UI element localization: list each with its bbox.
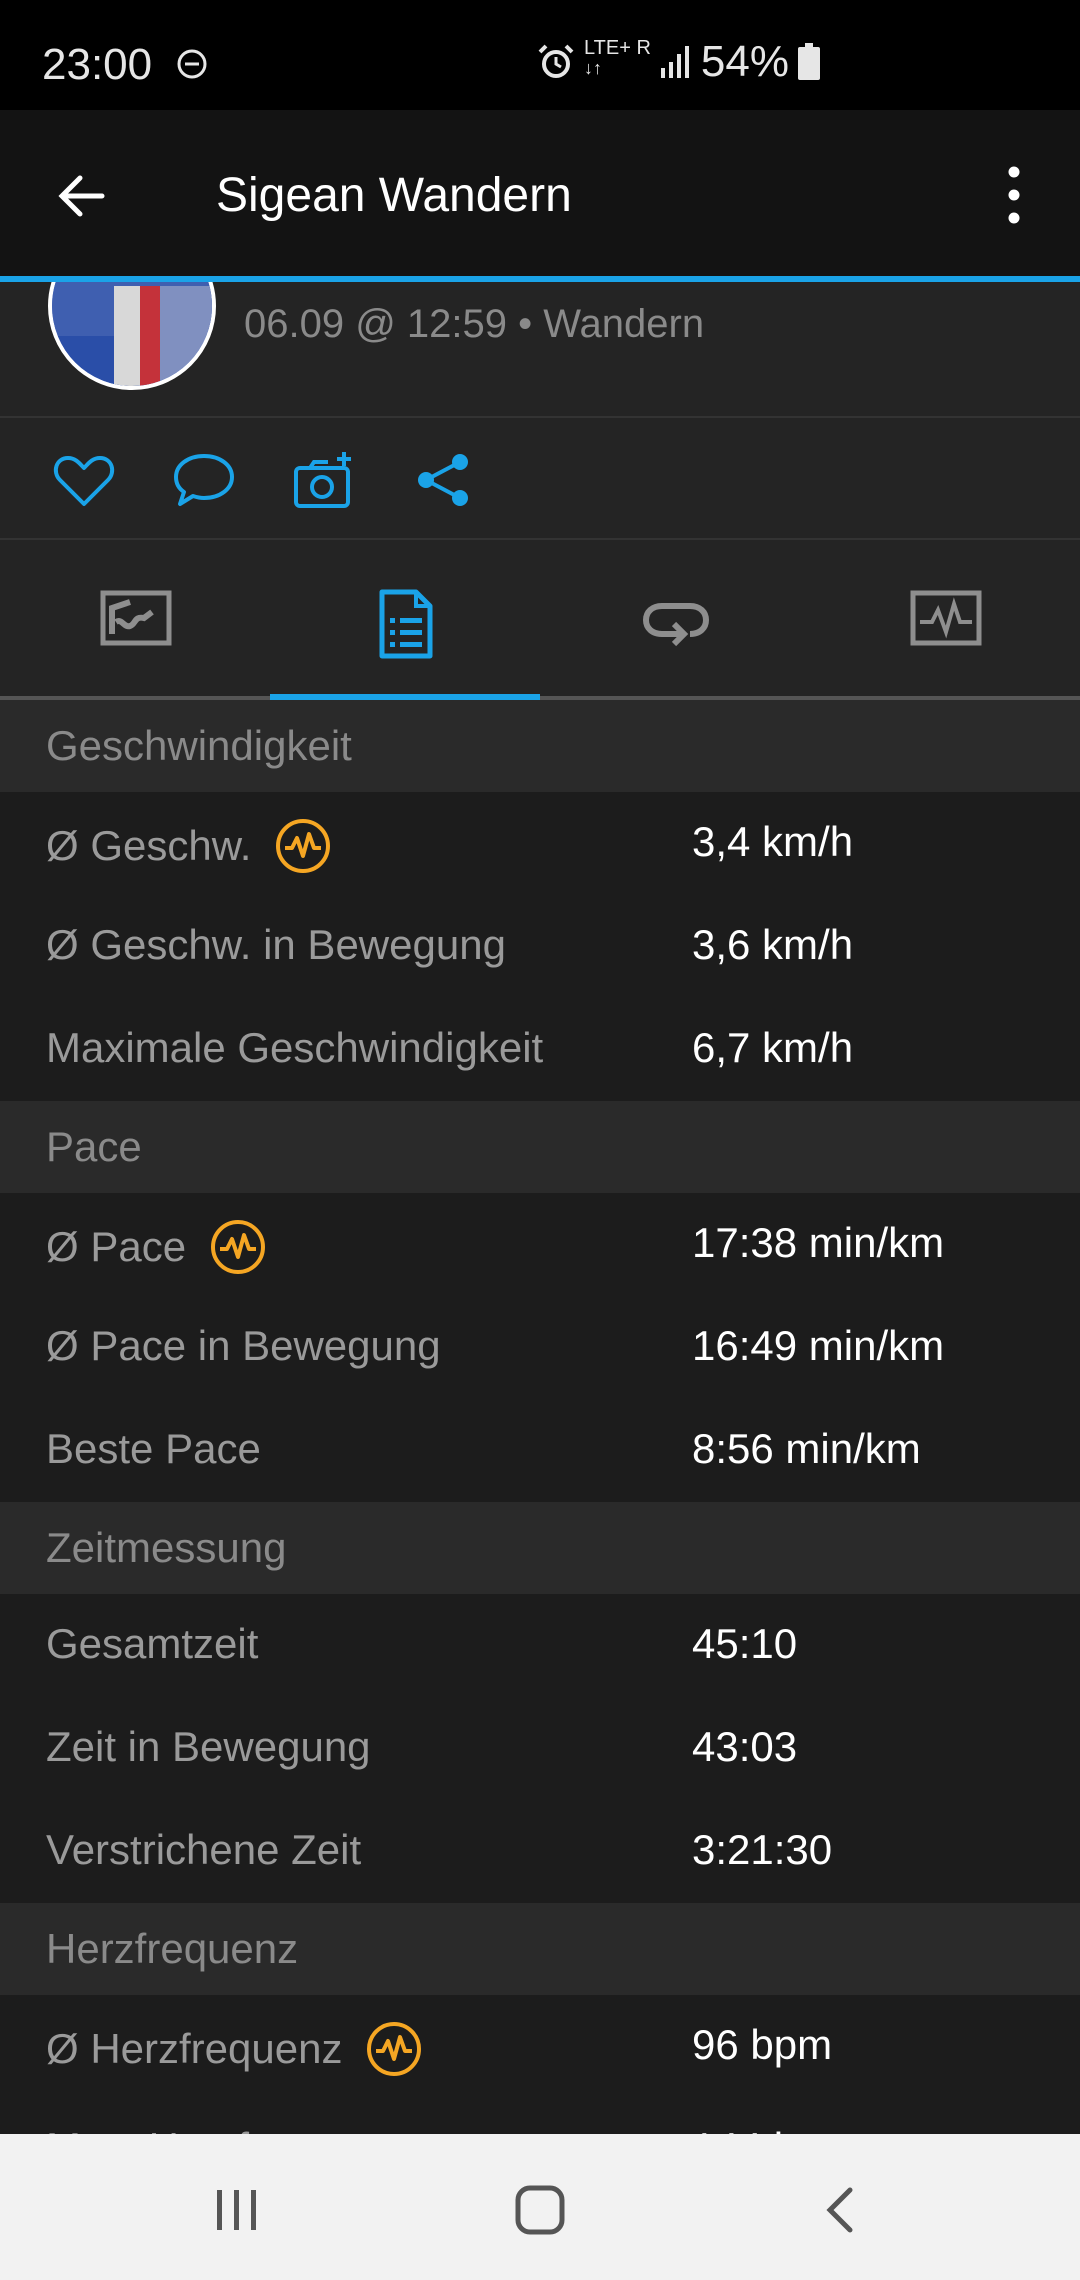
network-indicator: LTE+ R ↓↑ xyxy=(584,37,651,78)
stat-label: Gesamtzeit xyxy=(46,1620,259,1667)
stat-row: Ø Pace in Bewegung 16:49 min/km xyxy=(0,1296,1080,1399)
stat-row: Ø Geschw. 3,4 km/h xyxy=(0,792,1080,895)
chart-icon[interactable] xyxy=(210,1219,266,1275)
like-icon[interactable] xyxy=(52,450,116,510)
stat-label: Ø Pace in Bewegung xyxy=(46,1322,441,1369)
stat-row: Ø Pace 17:38 min/km xyxy=(0,1193,1080,1296)
battery-icon xyxy=(797,43,820,80)
alarm-icon xyxy=(538,44,574,78)
stat-row: Maximale Geschwindigkeit 6,7 km/h xyxy=(0,998,1080,1101)
chart-icon[interactable] xyxy=(275,818,331,874)
stat-label: Maximale Geschwindigkeit xyxy=(46,1024,544,1071)
stat-value: 3,6 km/h xyxy=(692,921,854,968)
map-tab-icon xyxy=(100,590,172,646)
signal-icon xyxy=(660,46,689,78)
tab-stats[interactable] xyxy=(270,540,540,698)
section-header: Pace xyxy=(0,1101,1080,1193)
stat-label: Verstrichene Zeit xyxy=(46,1826,362,1873)
stat-row: Max. Herzfrequenz 144 bpm xyxy=(0,2098,1080,2134)
tab-charts[interactable] xyxy=(810,540,1080,698)
stat-row: Verstrichene Zeit 3:21:30 xyxy=(0,1800,1080,1903)
system-nav-bar xyxy=(0,2134,1080,2280)
add-photo-icon[interactable] xyxy=(292,450,356,510)
stat-label: Ø Pace xyxy=(46,1219,266,1275)
stat-value: 96 bpm xyxy=(692,2021,833,2068)
action-bar xyxy=(0,418,1080,538)
stat-label: Beste Pace xyxy=(46,1425,261,1472)
stat-label-text: Ø Herzfrequenz xyxy=(46,2025,343,2072)
stat-value: 144 bpm xyxy=(692,2124,855,2134)
more-vert-icon[interactable] xyxy=(996,162,1032,228)
back-icon[interactable] xyxy=(812,2180,872,2240)
section-header: Herzfrequenz xyxy=(0,1903,1080,1995)
stat-label: Zeit in Bewegung xyxy=(46,1723,371,1770)
tab-laps[interactable] xyxy=(540,540,810,698)
stat-label: Ø Herzfrequenz xyxy=(46,2021,422,2077)
stats-list: Geschwindigkeit Ø Geschw. 3,4 km/h Ø Ges… xyxy=(0,700,1080,2134)
battery-percent: 54% xyxy=(700,37,789,86)
activity-tabs xyxy=(0,540,1080,702)
chart-icon[interactable] xyxy=(366,2021,422,2077)
network-type: LTE+ xyxy=(584,37,631,59)
stats-tab-icon xyxy=(379,589,433,659)
stat-value: 17:38 min/km xyxy=(692,1219,945,1266)
status-time: 23:00 xyxy=(42,40,153,89)
stat-label-text: Ø Pace xyxy=(46,1223,187,1270)
stat-label: Ø Geschw. in Bewegung xyxy=(46,921,506,968)
charts-tab-icon xyxy=(910,590,982,646)
app-bar: Sigean Wandern xyxy=(0,110,1080,276)
stat-label-text: Ø Geschw. xyxy=(46,822,252,869)
activity-meta: 06.09 @ 12:59 • Wandern xyxy=(244,302,705,346)
stat-value: 43:03 xyxy=(692,1723,798,1770)
page-title: Sigean Wandern xyxy=(216,169,572,222)
stat-value: 8:56 min/km xyxy=(692,1425,921,1472)
stat-value: 45:10 xyxy=(692,1620,798,1667)
comment-icon[interactable] xyxy=(172,450,236,510)
activity-header: 06.09 @ 12:59 • Wandern xyxy=(0,282,1080,416)
stat-label: Ø Geschw. xyxy=(46,818,331,874)
recent-apps-icon[interactable] xyxy=(207,2180,267,2240)
back-arrow-icon[interactable] xyxy=(52,166,112,226)
do-not-disturb-icon xyxy=(177,49,207,79)
tab-map[interactable] xyxy=(0,540,270,698)
stat-row: Zeit in Bewegung 43:03 xyxy=(0,1697,1080,1800)
home-icon[interactable] xyxy=(510,2180,570,2240)
section-header: Geschwindigkeit xyxy=(0,700,1080,792)
avatar[interactable] xyxy=(48,282,216,390)
status-icons: LTE+ R ↓↑ 54% xyxy=(536,37,821,86)
stat-row: Ø Geschw. in Bewegung 3,6 km/h xyxy=(0,895,1080,998)
stat-row: Beste Pace 8:56 min/km xyxy=(0,1399,1080,1502)
stat-value: 16:49 min/km xyxy=(692,1322,945,1369)
stat-value: 3,4 km/h xyxy=(692,818,854,865)
status-bar: 23:00 LTE+ R ↓↑ 54% xyxy=(0,0,1080,110)
stat-value: 3:21:30 xyxy=(692,1826,833,1873)
stat-label: Max. Herzfrequenz xyxy=(46,2124,401,2134)
roaming-indicator: R xyxy=(636,37,651,59)
share-icon[interactable] xyxy=(412,450,476,510)
section-header: Zeitmessung xyxy=(0,1502,1080,1594)
stat-value: 6,7 km/h xyxy=(692,1024,854,1071)
laps-tab-icon xyxy=(642,603,710,647)
stat-row: Gesamtzeit 45:10 xyxy=(0,1594,1080,1697)
stat-row: Ø Herzfrequenz 96 bpm xyxy=(0,1995,1080,2098)
